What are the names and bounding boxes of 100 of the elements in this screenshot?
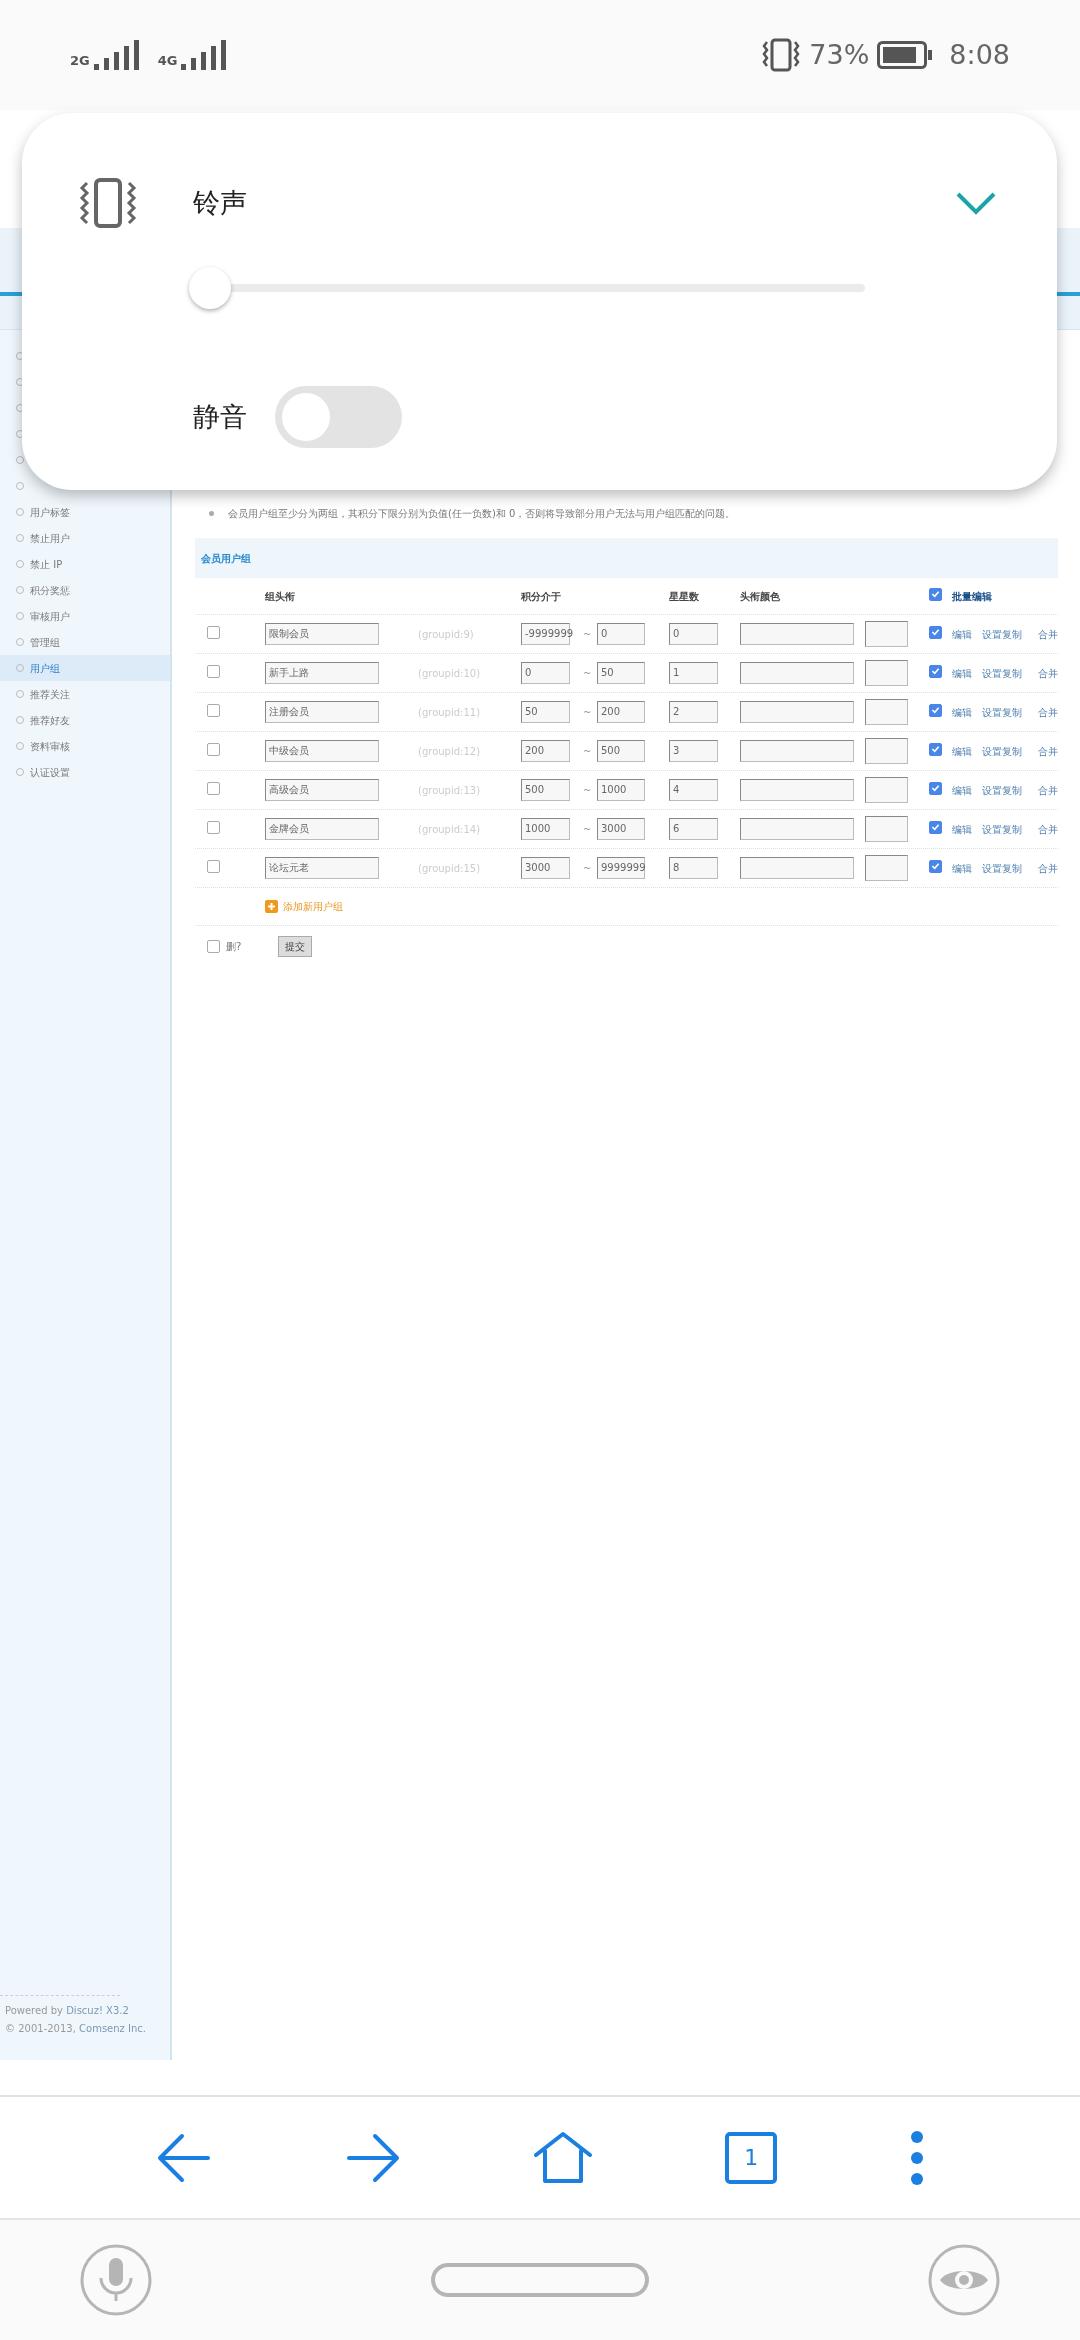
checkbox[interactable]	[929, 742, 942, 756]
sidebar-item[interactable]: 用户组	[0, 655, 170, 681]
action-link[interactable]: 合并	[1038, 665, 1058, 681]
input-field[interactable]: 0	[597, 623, 645, 645]
home-pill-icon[interactable]	[431, 2263, 649, 2297]
checkbox[interactable]	[207, 703, 220, 717]
color-field[interactable]	[865, 738, 908, 764]
slider-thumb[interactable]	[189, 267, 231, 309]
action-link[interactable]: 编辑	[952, 860, 972, 876]
color-field[interactable]	[865, 660, 908, 686]
checkbox[interactable]	[207, 781, 220, 795]
sidebar-item[interactable]: 推荐好友	[0, 707, 170, 733]
action-link[interactable]: 设置复制	[982, 782, 1022, 798]
color-field[interactable]	[865, 777, 908, 803]
checkbox[interactable]	[207, 859, 220, 873]
action-link[interactable]: 设置复制	[982, 626, 1022, 642]
input-field[interactable]: 8	[669, 857, 718, 879]
action-link[interactable]: 编辑	[952, 743, 972, 759]
action-link[interactable]: 合并	[1038, 782, 1058, 798]
submit-button[interactable]: 提交	[278, 935, 312, 957]
input-field[interactable]: 限制会员	[265, 623, 379, 645]
action-link[interactable]: 编辑	[952, 821, 972, 837]
input-field[interactable]: 3	[669, 740, 718, 762]
action-link[interactable]: 合并	[1038, 626, 1058, 642]
input-field[interactable]: 500	[521, 779, 570, 801]
checkbox[interactable]	[207, 664, 220, 678]
input-field[interactable]: 6	[669, 818, 718, 840]
action-link[interactable]: 设置复制	[982, 743, 1022, 759]
input-field[interactable]: 1	[669, 662, 718, 684]
input-field[interactable]: 200	[597, 701, 645, 723]
action-link[interactable]: 设置复制	[982, 860, 1022, 876]
input-field[interactable]: 3000	[597, 818, 645, 840]
action-link[interactable]: 合并	[1038, 860, 1058, 876]
action-link[interactable]: 设置复制	[982, 704, 1022, 720]
collapse-button[interactable]	[955, 190, 997, 216]
input-field[interactable]: 高级会员	[265, 779, 379, 801]
action-link[interactable]: 设置复制	[982, 665, 1022, 681]
color-field[interactable]	[865, 855, 908, 881]
microphone-icon[interactable]	[80, 2244, 152, 2316]
color-field[interactable]	[865, 816, 908, 842]
input-field[interactable]: 新手上路	[265, 662, 379, 684]
sidebar-item[interactable]: 管理组	[0, 629, 170, 655]
input-field[interactable]: 2	[669, 701, 718, 723]
checkbox[interactable]	[207, 820, 220, 834]
checkbox[interactable]	[929, 587, 942, 601]
sidebar-item[interactable]: 资料审核	[0, 733, 170, 759]
input-field[interactable]	[740, 818, 854, 840]
action-link[interactable]: 编辑	[952, 665, 972, 681]
input-field[interactable]	[740, 662, 854, 684]
checkbox[interactable]	[929, 664, 942, 678]
action-link[interactable]: 合并	[1038, 743, 1058, 759]
input-field[interactable]: 0	[521, 662, 570, 684]
sidebar-item[interactable]: 禁止 IP	[0, 551, 170, 577]
input-field[interactable]: 4	[669, 779, 718, 801]
color-field[interactable]	[865, 699, 908, 725]
input-field[interactable]: 50	[597, 662, 645, 684]
sidebar-item[interactable]: 禁止用户	[0, 525, 170, 551]
action-link[interactable]: 编辑	[952, 626, 972, 642]
sidebar-item[interactable]: 审核用户	[0, 603, 170, 629]
input-field[interactable]	[740, 740, 854, 762]
input-field[interactable]: 金牌会员	[265, 818, 379, 840]
action-link[interactable]: 合并	[1038, 821, 1058, 837]
plus-icon[interactable]	[265, 900, 278, 913]
add-group-link[interactable]: 添加新用户组	[283, 899, 343, 914]
input-field[interactable]: 1000	[597, 779, 645, 801]
input-field[interactable]: 论坛元老	[265, 857, 379, 879]
input-field[interactable]: 200	[521, 740, 570, 762]
input-field[interactable]: 中级会员	[265, 740, 379, 762]
input-field[interactable]: 3000	[521, 857, 570, 879]
sidebar-item[interactable]: 用户标签	[0, 499, 170, 525]
input-field[interactable]	[740, 857, 854, 879]
input-field[interactable]	[740, 701, 854, 723]
checkbox[interactable]	[207, 625, 220, 639]
input-field[interactable]: 注册会员	[265, 701, 379, 723]
column-header: 积分介于	[521, 589, 562, 604]
checkbox[interactable]	[929, 625, 942, 639]
color-field[interactable]	[865, 621, 908, 647]
footer-link[interactable]: Comsenz Inc.	[79, 2023, 146, 2034]
action-link[interactable]: 编辑	[952, 782, 972, 798]
action-link[interactable]: 合并	[1038, 704, 1058, 720]
input-field[interactable]: 50	[521, 701, 570, 723]
input-field[interactable]: 9999999	[597, 857, 645, 879]
input-field[interactable]: 500	[597, 740, 645, 762]
checkbox[interactable]	[929, 781, 942, 795]
checkbox[interactable]	[207, 742, 220, 756]
sidebar-item[interactable]: 推荐关注	[0, 681, 170, 707]
checkbox[interactable]	[929, 820, 942, 834]
action-link[interactable]: 编辑	[952, 704, 972, 720]
checkbox[interactable]	[929, 859, 942, 873]
eye-icon[interactable]	[928, 2244, 1000, 2316]
input-field[interactable]	[740, 623, 854, 645]
sidebar-item[interactable]: 积分奖惩	[0, 577, 170, 603]
input-field[interactable]	[740, 779, 854, 801]
checkbox[interactable]	[207, 939, 220, 953]
sidebar-item[interactable]: 认证设置	[0, 759, 170, 785]
input-field[interactable]: 0	[669, 623, 718, 645]
footer-link[interactable]: Discuz! X3.2	[66, 2005, 129, 2016]
action-link[interactable]: 设置复制	[982, 821, 1022, 837]
input-field[interactable]: 1000	[521, 818, 570, 840]
checkbox[interactable]	[929, 703, 942, 717]
